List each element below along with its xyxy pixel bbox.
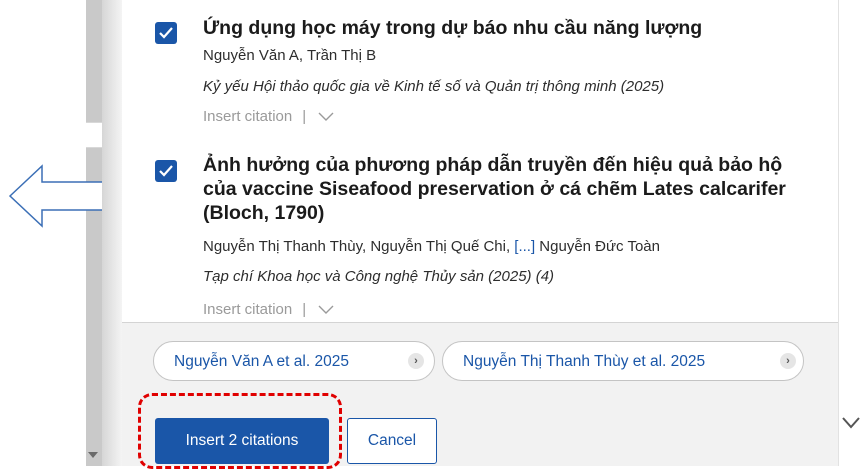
- chevron-down-icon[interactable]: [842, 417, 860, 429]
- separator: |: [302, 301, 307, 318]
- results-list: Ứng dụng học máy trong dự báo nhu cầu nă…: [122, 0, 838, 322]
- chip-label: Nguyễn Văn A et al. 2025: [174, 353, 349, 370]
- result-source: Tạp chí Khoa học và Công nghệ Thủy sản (…: [203, 268, 555, 285]
- chip-label: Nguyễn Thị Thanh Thùy et al. 2025: [463, 353, 706, 370]
- checkbox-checked-icon[interactable]: [155, 160, 177, 182]
- authors-start: Nguyễn Thị Thanh Thùy, Nguyễn Thị Quế Ch…: [203, 238, 515, 255]
- panel-shadow: [102, 0, 122, 466]
- chevron-down-icon[interactable]: [318, 305, 334, 315]
- authors-ellipsis[interactable]: [...]: [514, 238, 535, 255]
- citation-chip[interactable]: Nguyễn Thị Thanh Thùy et al. 2025 ›: [442, 341, 804, 381]
- authors-end: Nguyễn Đức Toàn: [535, 238, 660, 255]
- list-item: Ảnh hưởng của phương pháp dẫn truyền đến…: [122, 0, 838, 322]
- result-actions: Insert citation |: [203, 301, 334, 318]
- insert-citation-link[interactable]: Insert citation: [203, 301, 292, 318]
- chevron-right-icon[interactable]: ›: [780, 353, 796, 369]
- result-title[interactable]: Ảnh hưởng của phương pháp dẫn truyền đến…: [203, 153, 813, 225]
- right-strip: [838, 0, 861, 466]
- citation-chip[interactable]: Nguyễn Văn A et al. 2025 ›: [153, 341, 435, 381]
- left-scroll-gutter: [86, 0, 102, 466]
- result-authors: Nguyễn Thị Thanh Thùy, Nguyễn Thị Quế Ch…: [203, 238, 660, 255]
- highlight-annotation: [138, 393, 342, 469]
- left-arrow-icon: [8, 164, 107, 228]
- cancel-button[interactable]: Cancel: [347, 418, 437, 464]
- chevron-right-icon[interactable]: ›: [408, 353, 424, 369]
